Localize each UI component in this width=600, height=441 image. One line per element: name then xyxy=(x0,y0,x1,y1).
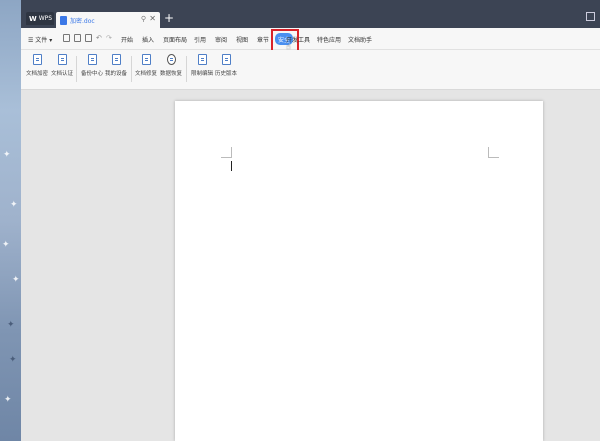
document-page[interactable] xyxy=(175,101,543,441)
restrict-editing-button[interactable]: 限制编辑 xyxy=(191,54,213,77)
star-decoration: ✦ xyxy=(4,395,12,405)
repair-document-icon xyxy=(141,54,151,65)
print-preview-icon[interactable] xyxy=(85,34,92,42)
document-repair-button[interactable]: 文档修复 xyxy=(135,54,157,77)
ribbon-separator xyxy=(131,56,132,82)
menu-item-page-layout[interactable]: 页面布局 xyxy=(163,35,187,44)
file-menu-button[interactable]: ☰ 文件 ▾ xyxy=(28,35,52,44)
menu-item-start[interactable]: 开始 xyxy=(121,35,133,44)
backup-center-button[interactable]: 备份中心 xyxy=(81,54,103,77)
devices-icon xyxy=(111,54,121,65)
undo-icon[interactable]: ↶ xyxy=(96,34,102,42)
my-devices-button[interactable]: 我的设备 xyxy=(105,54,127,77)
encrypt-document-icon xyxy=(32,54,42,65)
star-decoration: ✦ xyxy=(12,275,20,285)
data-recovery-label: 数据恢复 xyxy=(160,71,183,77)
menu-item-reference[interactable]: 引用 xyxy=(194,35,206,44)
text-caret xyxy=(231,161,232,171)
data-recovery-button[interactable]: 数据恢复 xyxy=(160,54,182,77)
document-encrypt-button[interactable]: 文档加密 xyxy=(26,54,48,77)
restrict-editing-icon xyxy=(197,54,207,65)
document-icon xyxy=(60,15,67,25)
menu-item-features[interactable]: 特色应用 xyxy=(317,35,341,44)
new-tab-button[interactable]: + xyxy=(164,11,174,25)
star-decoration: ✦ xyxy=(2,240,10,250)
menu-bar: ☰ 文件 ▾ ↶ ↷ 开始 插入 页面布局 引用 审阅 视图 章节 安全 ☝ 开… xyxy=(21,28,600,53)
star-decoration: ✦ xyxy=(3,150,11,160)
save-icon[interactable] xyxy=(63,34,70,42)
wps-logo-icon: W xyxy=(29,14,37,23)
document-tab-label: 加密.doc xyxy=(70,17,95,25)
version-history-icon xyxy=(221,54,231,65)
close-tab-icon[interactable]: ✕ xyxy=(149,14,156,23)
document-tab[interactable]: 加密.doc ⚲ ✕ xyxy=(56,12,160,28)
document-repair-label: 文档修复 xyxy=(135,71,158,77)
backup-center-label: 备份中心 xyxy=(81,71,104,77)
wps-tab-label: WPS xyxy=(38,15,53,22)
menu-item-section[interactable]: 章节 xyxy=(257,35,269,44)
document-encrypt-label: 文档加密 xyxy=(26,71,49,77)
document-certify-button[interactable]: 文档认证 xyxy=(51,54,73,77)
ribbon-separator xyxy=(186,56,187,82)
backup-icon xyxy=(87,54,97,65)
document-certify-label: 文档认证 xyxy=(51,71,74,77)
certify-document-icon xyxy=(57,54,67,65)
wps-home-tab[interactable]: W WPS xyxy=(26,12,54,25)
margin-corner-marker xyxy=(221,147,232,158)
security-ribbon: 文档加密 文档认证 备份中心 我的设备 文档修复 数据恢复 限制编辑 历史版本 xyxy=(21,50,600,90)
menu-item-developer[interactable]: 开发工具 xyxy=(286,35,310,44)
desktop-background: ✦ ✦ ✦ ✦ ✦ ✦ ✦ xyxy=(0,0,21,441)
redo-icon[interactable]: ↷ xyxy=(106,34,112,42)
version-history-label: 历史版本 xyxy=(215,71,238,77)
margin-corner-marker xyxy=(488,147,499,158)
recovery-icon xyxy=(166,54,176,65)
print-icon[interactable] xyxy=(74,34,81,42)
restrict-editing-label: 限制编辑 xyxy=(191,71,214,77)
file-menu-label: ☰ 文件 ▾ xyxy=(28,37,53,44)
menu-item-view[interactable]: 视图 xyxy=(236,35,248,44)
star-decoration: ✦ xyxy=(9,355,17,365)
star-decoration: ✦ xyxy=(10,200,18,210)
document-workspace xyxy=(21,90,600,441)
ribbon-separator xyxy=(76,56,77,82)
menu-item-review[interactable]: 审阅 xyxy=(215,35,227,44)
pin-icon[interactable]: ⚲ xyxy=(141,15,146,23)
star-decoration: ✦ xyxy=(7,320,15,330)
version-history-button[interactable]: 历史版本 xyxy=(215,54,237,77)
my-devices-label: 我的设备 xyxy=(105,71,128,77)
menu-item-doc-assistant[interactable]: 文档助手 xyxy=(348,35,372,44)
menu-item-insert[interactable]: 插入 xyxy=(142,35,154,44)
window-restore-icon[interactable] xyxy=(586,12,595,21)
title-bar: W WPS 加密.doc ⚲ ✕ + xyxy=(21,0,600,28)
